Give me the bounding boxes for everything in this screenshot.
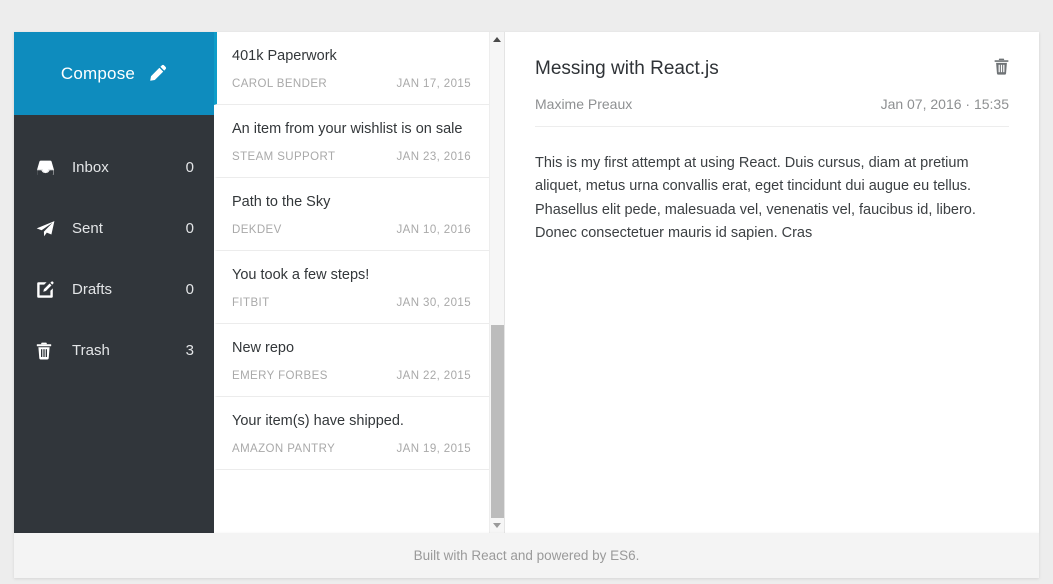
sidebar-item-label: Trash xyxy=(72,342,110,359)
email-list-scrollbar[interactable] xyxy=(489,32,504,533)
email-meta: CAROL BENDER JAN 17, 2015 xyxy=(232,78,471,90)
footer-text: Built with React and powered by ES6. xyxy=(413,548,640,563)
email-list-pane: 401k Paperwork CAROL BENDER JAN 17, 2015… xyxy=(214,32,505,533)
email-subject: Your item(s) have shipped. xyxy=(232,413,404,429)
email-date: JAN 19, 2015 xyxy=(396,443,471,455)
footer: Built with React and powered by ES6. xyxy=(14,533,1039,578)
email-date: JAN 30, 2015 xyxy=(396,297,471,309)
email-sender: CAROL BENDER xyxy=(232,78,328,90)
sidebar-item-count: 0 xyxy=(185,281,194,298)
email-subject: An item from your wishlist is on sale xyxy=(232,121,463,137)
email-list-item[interactable]: Your item(s) have shipped. AMAZON PANTRY… xyxy=(214,397,489,470)
email-meta: FITBIT JAN 30, 2015 xyxy=(232,297,471,309)
email-list-item[interactable]: Path to the Sky DEKDEV JAN 10, 2016 xyxy=(214,178,489,251)
edit-square-icon xyxy=(36,280,60,299)
compose-button-label: Compose xyxy=(60,63,136,83)
email-sender: EMERY FORBES xyxy=(232,370,328,382)
email-meta: DEKDEV JAN 10, 2016 xyxy=(232,224,471,236)
email-date: JAN 22, 2015 xyxy=(396,370,471,382)
sidebar: Compose Inbox 0 Sent 0 Drafts 0 Trash 3 xyxy=(14,32,214,533)
pencil-icon xyxy=(148,64,167,83)
compose-button[interactable]: Compose xyxy=(14,32,214,115)
sidebar-item-count: 0 xyxy=(185,220,194,237)
reading-meta: Maxime Preaux Jan 07, 2016 · 15:35 xyxy=(535,96,1009,112)
sidebar-item-label: Sent xyxy=(72,220,103,237)
email-list-item[interactable]: An item from your wishlist is on sale ST… xyxy=(214,105,489,178)
email-sender: STEAM SUPPORT xyxy=(232,151,336,163)
email-meta: EMERY FORBES JAN 22, 2015 xyxy=(232,370,471,382)
inbox-icon xyxy=(36,160,60,176)
sidebar-item-count: 0 xyxy=(185,159,194,176)
sidebar-nav-list: Inbox 0 Sent 0 Drafts 0 Trash 3 xyxy=(14,115,214,381)
reading-timestamp: Jan 07, 2016 · 15:35 xyxy=(880,96,1009,112)
email-date: JAN 17, 2015 xyxy=(396,78,471,90)
email-list-item[interactable]: You took a few steps! FITBIT JAN 30, 201… xyxy=(214,251,489,324)
sidebar-item-count: 3 xyxy=(185,342,194,359)
email-list: 401k Paperwork CAROL BENDER JAN 17, 2015… xyxy=(214,32,489,533)
email-sender: AMAZON PANTRY xyxy=(232,443,336,455)
scrollbar-thumb[interactable] xyxy=(491,325,504,518)
reading-sender: Maxime Preaux xyxy=(535,96,633,112)
email-app-window: Compose Inbox 0 Sent 0 Drafts 0 Trash 3 … xyxy=(14,32,1039,533)
email-list-item[interactable]: New repo EMERY FORBES JAN 22, 2015 xyxy=(214,324,489,397)
sidebar-item-drafts[interactable]: Drafts 0 xyxy=(14,259,214,320)
email-date: JAN 23, 2016 xyxy=(396,151,471,163)
sidebar-item-label: Inbox xyxy=(72,159,109,176)
reading-subject: Messing with React.js xyxy=(535,58,719,79)
sidebar-item-label: Drafts xyxy=(72,281,113,298)
trash-icon xyxy=(994,58,1009,75)
sidebar-item-inbox[interactable]: Inbox 0 xyxy=(14,137,214,198)
email-subject: Path to the Sky xyxy=(232,194,331,210)
email-sender: DEKDEV xyxy=(232,224,282,236)
email-sender: FITBIT xyxy=(232,297,270,309)
email-list-item[interactable]: 401k Paperwork CAROL BENDER JAN 17, 2015 xyxy=(214,32,489,105)
sidebar-item-sent[interactable]: Sent 0 xyxy=(14,198,214,259)
email-meta: STEAM SUPPORT JAN 23, 2016 xyxy=(232,151,471,163)
email-subject: New repo xyxy=(232,340,295,356)
scroll-down-arrow-icon[interactable] xyxy=(490,518,504,533)
paper-plane-icon xyxy=(36,220,60,237)
sidebar-item-trash[interactable]: Trash 3 xyxy=(14,320,214,381)
email-subject: 401k Paperwork xyxy=(232,48,337,64)
email-meta: AMAZON PANTRY JAN 19, 2015 xyxy=(232,443,471,455)
trash-icon xyxy=(36,342,60,360)
reading-pane: Messing with React.js Maxime Preaux Jan … xyxy=(505,32,1039,533)
scroll-up-arrow-icon[interactable] xyxy=(490,32,504,47)
reading-body: This is my first attempt at using React.… xyxy=(535,155,976,242)
email-date: JAN 10, 2016 xyxy=(396,224,471,236)
delete-email-button[interactable] xyxy=(994,58,1009,75)
reading-pane-header: Messing with React.js Maxime Preaux Jan … xyxy=(535,58,1009,127)
email-subject: You took a few steps! xyxy=(232,267,370,283)
